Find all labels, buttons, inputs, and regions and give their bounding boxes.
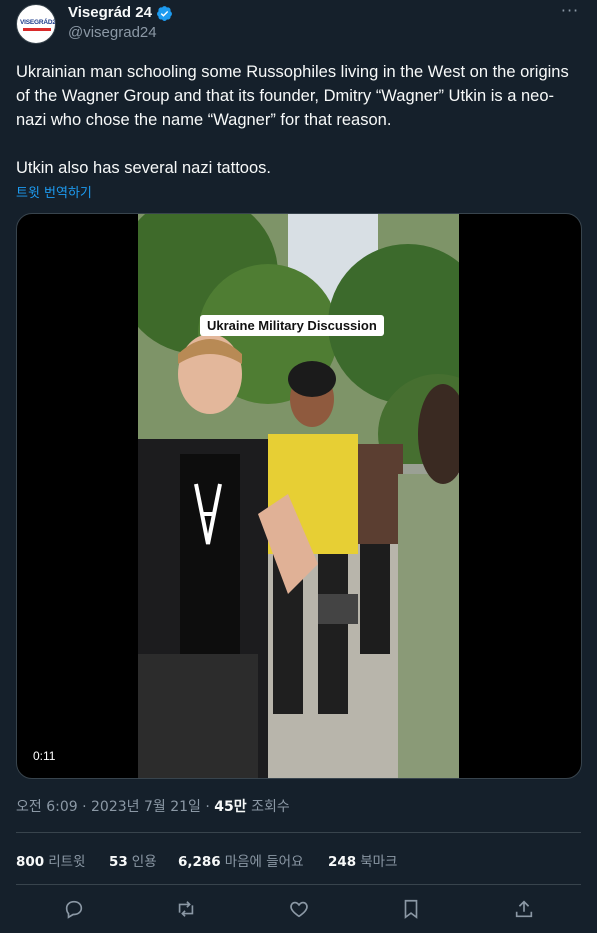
translate-tweet-link[interactable]: 트윗 번역하기	[16, 182, 92, 201]
retweet-icon[interactable]	[175, 898, 197, 920]
video-player[interactable]: Ukraine Military Discussion 0:11	[16, 213, 582, 779]
like-heart-icon[interactable]	[288, 898, 310, 920]
retweets-count: 800	[16, 854, 45, 870]
display-name[interactable]: Visegrád 24	[68, 4, 152, 21]
retweets-label: 리트윗	[48, 854, 86, 870]
video-frame[interactable]: Ukraine Military Discussion	[138, 214, 459, 778]
video-scene	[138, 214, 459, 778]
video-overlay-caption: Ukraine Military Discussion	[200, 315, 384, 336]
avatar-logo-text: VISEGRÁD24	[20, 19, 56, 26]
share-icon[interactable]	[513, 898, 535, 920]
views-count: 45만	[214, 799, 247, 815]
bookmark-icon[interactable]	[400, 898, 422, 920]
tweet-timestamp: 오전 6:09 · 2023년 7월 21일 · 45만 조회수	[16, 796, 290, 816]
tweet-date[interactable]: 2023년 7월 21일	[91, 799, 201, 815]
separator-dot: ·	[82, 799, 92, 815]
separator-dot: ·	[205, 799, 215, 815]
action-bar	[16, 898, 581, 920]
views-label: 조회수	[251, 799, 290, 815]
quotes-label: 인용	[131, 854, 157, 870]
bookmarks-stat[interactable]: 248 북마크	[328, 850, 397, 870]
bookmarks-label: 북마크	[360, 854, 398, 870]
reply-icon[interactable]	[63, 898, 85, 920]
video-duration: 0:11	[27, 747, 62, 765]
quotes-stat[interactable]: 53 인용	[109, 850, 157, 870]
tweet-header: VISEGRÁD24 Visegrád 24 @visegrad24 ···	[16, 3, 581, 44]
tweet-time[interactable]: 오전 6:09	[16, 799, 78, 815]
likes-label: 마음에 들어요	[224, 854, 304, 870]
likes-stat[interactable]: 6,286 마음에 들어요	[178, 850, 304, 870]
avatar[interactable]: VISEGRÁD24	[16, 4, 56, 44]
quotes-count: 53	[109, 854, 128, 870]
likes-count: 6,286	[178, 854, 221, 870]
divider	[16, 884, 581, 885]
bookmarks-count: 248	[328, 854, 357, 870]
user-handle[interactable]: @visegrad24	[68, 24, 157, 41]
more-options-icon[interactable]: ···	[559, 3, 581, 26]
retweets-stat[interactable]: 800 리트윗	[16, 850, 85, 870]
avatar-logo-bar	[23, 28, 51, 31]
verified-badge-icon	[157, 6, 172, 21]
tweet-text: Ukrainian man schooling some Russophiles…	[16, 63, 569, 177]
divider	[16, 832, 581, 833]
